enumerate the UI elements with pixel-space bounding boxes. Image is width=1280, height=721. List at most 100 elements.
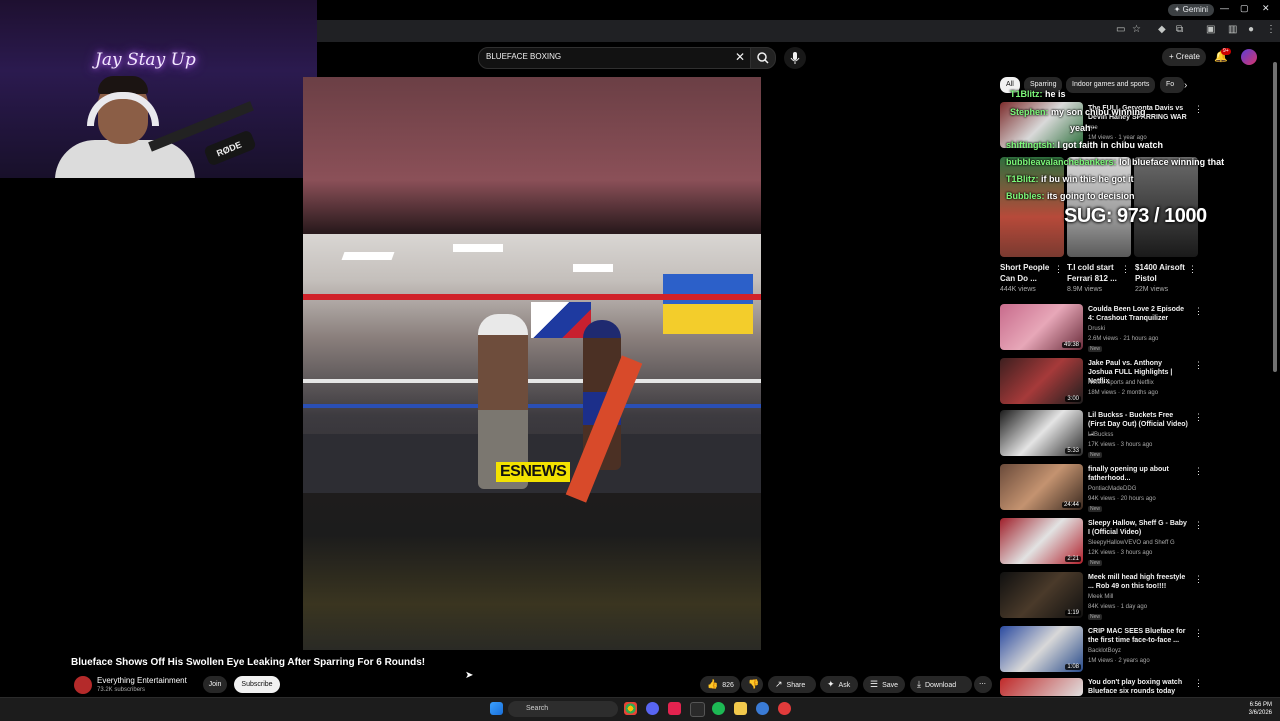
taskbar-search-label: Search: [526, 705, 549, 712]
menu-icon[interactable]: ⋮: [1266, 24, 1276, 35]
clear-search-icon[interactable]: ✕: [735, 50, 745, 64]
close-window-icon[interactable]: ✕: [1262, 3, 1270, 14]
save-button[interactable]: ☰ Save: [863, 676, 905, 693]
more-vertical-icon[interactable]: ⋮: [1188, 264, 1197, 275]
windows-start-icon[interactable]: [490, 702, 503, 715]
extension-2-icon[interactable]: ▣: [1206, 24, 1215, 35]
rec-title[interactable]: finally opening up about fatherhood...: [1088, 465, 1188, 483]
more-actions-button[interactable]: ⋯: [974, 676, 992, 693]
more-vertical-icon[interactable]: ⋮: [1194, 412, 1203, 423]
chrome-icon[interactable]: [624, 702, 637, 715]
rec-title[interactable]: Coulda Been Love 2 Episode 4: Crashout T…: [1088, 305, 1188, 323]
more-vertical-icon[interactable]: ⋮: [1194, 628, 1203, 639]
rec-thumbnail[interactable]: 3:00: [1000, 358, 1083, 404]
more-vertical-icon[interactable]: ⋮: [1194, 678, 1203, 689]
chat-user: T1Blitz:: [1010, 89, 1043, 99]
more-vertical-icon[interactable]: ⋮: [1121, 264, 1130, 275]
chat-message: T1Blitz: if bu win this he got it: [1006, 174, 1134, 184]
more-vertical-icon[interactable]: ⋮: [1194, 360, 1203, 371]
ask-button[interactable]: ✦ Ask: [820, 676, 858, 693]
subscriber-count: 73.2K subscribers: [97, 687, 146, 693]
profile-icon[interactable]: ●: [1248, 24, 1254, 35]
rec-thumbnail[interactable]: 5:33: [1000, 410, 1083, 456]
rec-channel[interactable]: Druski: [1088, 326, 1105, 332]
channel-avatar[interactable]: [74, 676, 92, 694]
download-button[interactable]: ⤓ Download: [910, 676, 972, 693]
more-vertical-icon[interactable]: ⋮: [1194, 104, 1203, 115]
rec-meta: 84K views · 1 day ago: [1088, 604, 1148, 610]
more-vertical-icon[interactable]: ⋮: [1194, 306, 1203, 317]
browser-icon[interactable]: [756, 702, 769, 715]
dislike-button[interactable]: 👎: [741, 676, 763, 693]
subscribe-button[interactable]: Subscribe: [234, 676, 280, 693]
search-input[interactable]: BLUEFACE BOXING ✕: [478, 47, 752, 69]
search-button[interactable]: [750, 47, 776, 69]
video-player[interactable]: ESNEWS: [303, 77, 761, 650]
sidepanel-icon[interactable]: ▥: [1228, 24, 1237, 35]
rec-thumbnail[interactable]: 24:44: [1000, 464, 1083, 510]
bookmark-star-icon[interactable]: ☆: [1132, 24, 1141, 35]
short-title[interactable]: $1400 Airsoft Pistol: [1135, 262, 1191, 284]
rec-meta: 1M views · 2 years ago: [1088, 658, 1150, 664]
rec-channel[interactable]: LilBuckss: [1088, 432, 1113, 438]
short-title[interactable]: Short People Can Do ...: [1000, 262, 1056, 284]
new-badge: New: [1088, 614, 1103, 620]
more-vertical-icon[interactable]: ⋮: [1194, 520, 1203, 531]
app-icon[interactable]: [668, 702, 681, 715]
duration-badge: 2:21: [1065, 556, 1081, 562]
chip-fo[interactable]: Fo: [1160, 77, 1184, 93]
rec-title[interactable]: Meek mill head high freestyle ... Rob 49…: [1088, 573, 1188, 591]
rec-channel[interactable]: PontiacMadeDDG: [1088, 486, 1136, 492]
chat-user: bubbleavalanchebankers:: [1006, 157, 1117, 167]
create-button[interactable]: + Create: [1162, 48, 1206, 66]
rec-channel[interactable]: SleepyHallowVEVO and Sheff G: [1088, 540, 1175, 546]
rec-channel[interactable]: Netflix Sports and Netflix: [1088, 380, 1154, 386]
extension-icon[interactable]: ◆: [1158, 24, 1166, 35]
sub-goal-counter: SUG: 973 / 1000: [1064, 205, 1207, 227]
voice-search-button[interactable]: [784, 47, 806, 69]
chip-indoor-games[interactable]: Indoor games and sports: [1066, 77, 1156, 93]
neon-sign: Jay Stay Up: [95, 50, 196, 70]
rec-channel[interactable]: BacklotBoyz: [1088, 648, 1121, 654]
system-clock[interactable]: 6:56 PM 3/6/2026: [1249, 701, 1272, 717]
share-button[interactable]: ↗ Share: [768, 676, 816, 693]
rec-channel[interactable]: Meek Mill: [1088, 594, 1113, 600]
rec-thumbnail[interactable]: 1:19: [1000, 572, 1083, 618]
channel-name[interactable]: Everything Entertainment: [97, 676, 187, 685]
rec-thumbnail[interactable]: [1000, 678, 1083, 696]
sidebar-scrollbar[interactable]: [1273, 62, 1277, 372]
rec-title[interactable]: Sleepy Hallow, Sheff G - Baby I (Officia…: [1088, 519, 1188, 537]
maximize-icon[interactable]: ▢: [1240, 3, 1249, 14]
taskbar-search[interactable]: Search: [508, 701, 618, 717]
more-horizontal-icon: ⋯: [979, 681, 986, 688]
rec-thumbnail[interactable]: 2:21: [1000, 518, 1083, 564]
rec-title[interactable]: You don't play boxing watch Blueface six…: [1088, 678, 1188, 696]
gemini-button[interactable]: ✦ Gemini: [1167, 4, 1214, 16]
like-button[interactable]: 👍 826: [700, 676, 740, 693]
chat-text: if bu win this he got it: [1041, 174, 1134, 184]
chevron-right-icon[interactable]: ›: [1184, 80, 1187, 91]
chat-user: T1Blitz:: [1006, 174, 1039, 184]
chat-message: T1Blitz: he is: [1010, 89, 1066, 99]
cast-icon[interactable]: ▭: [1116, 24, 1125, 35]
short-title[interactable]: T.I cold start Ferrari 812 ...: [1067, 262, 1123, 284]
rec-title[interactable]: CRIP MAC SEES Blueface for the first tim…: [1088, 627, 1188, 645]
discord-icon[interactable]: [646, 702, 659, 715]
app-2-icon[interactable]: [778, 702, 791, 715]
rec-meta: 94K views · 20 hours ago: [1088, 496, 1156, 502]
more-vertical-icon[interactable]: ⋮: [1054, 264, 1063, 275]
join-button[interactable]: Join: [203, 676, 227, 693]
xbox-icon[interactable]: [690, 702, 705, 717]
puzzle-icon[interactable]: ⧉: [1176, 24, 1183, 35]
file-explorer-icon[interactable]: [734, 702, 747, 715]
spotify-icon[interactable]: [712, 702, 725, 715]
rec-thumbnail[interactable]: 49:38: [1000, 304, 1083, 350]
more-vertical-icon[interactable]: ⋮: [1194, 466, 1203, 477]
chat-user: Bubbles:: [1006, 191, 1045, 201]
short-thumbnail[interactable]: [1000, 157, 1064, 257]
account-avatar[interactable]: [1241, 49, 1257, 65]
rec-thumbnail[interactable]: 1:08: [1000, 626, 1083, 672]
duration-badge: 24:44: [1061, 502, 1081, 508]
more-vertical-icon[interactable]: ⋮: [1194, 574, 1203, 585]
minimize-icon[interactable]: —: [1220, 3, 1229, 13]
